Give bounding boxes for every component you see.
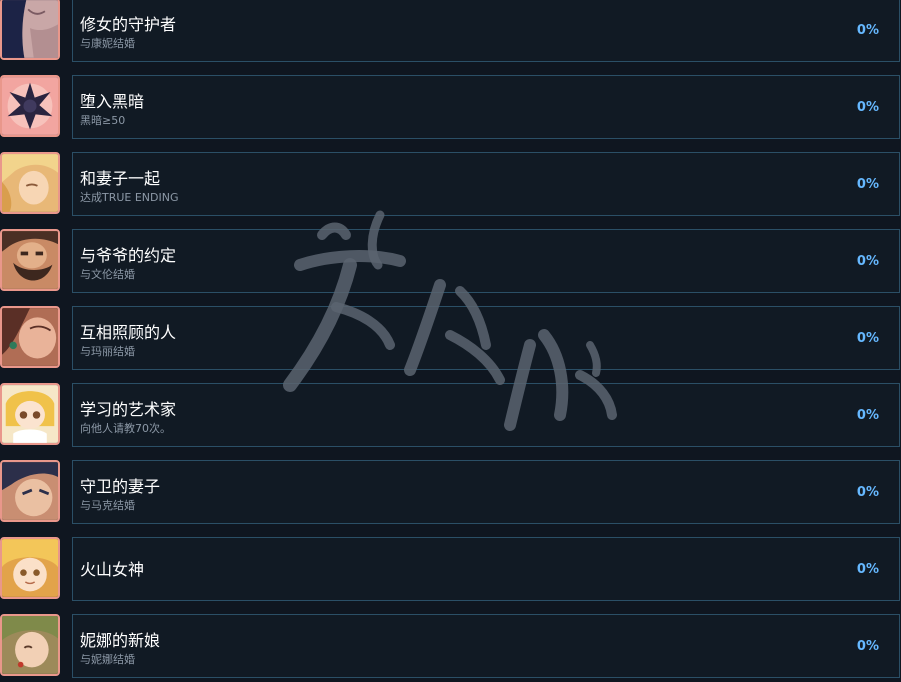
achievement-title: 学习的艺术家	[80, 400, 177, 419]
achievement-title: 修女的守护者	[80, 15, 177, 34]
woman-earring-portrait-icon	[0, 306, 60, 368]
achievement-row: 学习的艺术家 向他人请教70次。 0%	[0, 383, 901, 449]
achievement-panel: 守卫的妻子 与马克结婚 0%	[72, 460, 900, 524]
achievement-percent: 0%	[856, 485, 879, 500]
achievement-percent: 0%	[856, 331, 879, 346]
achievement-row: 火山女神 0%	[0, 537, 901, 603]
achievement-description: 与玛丽结婚	[80, 345, 135, 358]
achievement-description: 与马克结婚	[80, 499, 135, 512]
dark-hair-man-portrait-icon	[0, 460, 60, 522]
achievement-percent: 0%	[856, 639, 879, 654]
golden-hair-girl-portrait-icon	[0, 537, 60, 599]
achievement-row: 与爷爷的约定 与文伦结婚 0%	[0, 229, 901, 295]
nun-portrait-icon	[0, 0, 60, 60]
achievement-title: 守卫的妻子	[80, 477, 161, 496]
achievement-percent: 0%	[856, 254, 879, 269]
achievement-percent: 0%	[856, 408, 879, 423]
achievement-panel: 火山女神 0%	[72, 537, 900, 601]
achievement-title: 火山女神	[80, 560, 145, 579]
achievement-panel: 与爷爷的约定 与文伦结婚 0%	[72, 229, 900, 293]
achievement-description: 与康妮结婚	[80, 37, 135, 50]
achievement-title: 互相照顾的人	[80, 323, 177, 342]
bearded-man-portrait-icon	[0, 229, 60, 291]
achievement-row: 堕入黑暗 黑暗≥50 0%	[0, 75, 901, 141]
green-hair-girl-portrait-icon	[0, 614, 60, 676]
achievement-title: 妮娜的新娘	[80, 631, 161, 650]
achievement-title: 和妻子一起	[80, 169, 161, 188]
achievement-title: 与爷爷的约定	[80, 246, 177, 265]
achievement-description: 与文伦结婚	[80, 268, 135, 281]
blonde-wife-portrait-icon	[0, 152, 60, 214]
achievement-row: 妮娜的新娘 与妮娜结婚 0%	[0, 614, 901, 680]
achievement-panel: 互相照顾的人 与玛丽结婚 0%	[72, 306, 900, 370]
achievement-row: 守卫的妻子 与马克结婚 0%	[0, 460, 901, 526]
achievement-description: 黑暗≥50	[80, 114, 126, 127]
achievement-percent: 0%	[856, 562, 879, 577]
achievement-row: 和妻子一起 达成TRUE ENDING 0%	[0, 152, 901, 218]
achievement-description: 与妮娜结婚	[80, 653, 135, 666]
achievement-panel: 学习的艺术家 向他人请教70次。 0%	[72, 383, 900, 447]
achievement-panel: 堕入黑暗 黑暗≥50 0%	[72, 75, 900, 139]
achievement-row: 修女的守护者 与康妮结婚 0%	[0, 0, 901, 64]
achievement-description: 达成TRUE ENDING	[80, 191, 179, 204]
achievement-panel: 和妻子一起 达成TRUE ENDING 0%	[72, 152, 900, 216]
achievement-percent: 0%	[856, 177, 879, 192]
achievement-panel: 修女的守护者 与康妮结婚 0%	[72, 0, 900, 62]
achievement-panel: 妮娜的新娘 与妮娜结婚 0%	[72, 614, 900, 678]
blonde-girl-portrait-icon	[0, 383, 60, 445]
achievement-row: 互相照顾的人 与玛丽结婚 0%	[0, 306, 901, 372]
achievement-title: 堕入黑暗	[80, 92, 145, 111]
achievement-percent: 0%	[856, 100, 879, 115]
dark-star-icon	[0, 75, 60, 137]
achievement-list: 修女的守护者 与康妮结婚 0% 堕入黑暗 黑暗≥50 0% 和妻子一起 达成TR…	[0, 0, 901, 682]
achievement-percent: 0%	[856, 23, 879, 38]
achievement-description: 向他人请教70次。	[80, 422, 171, 435]
